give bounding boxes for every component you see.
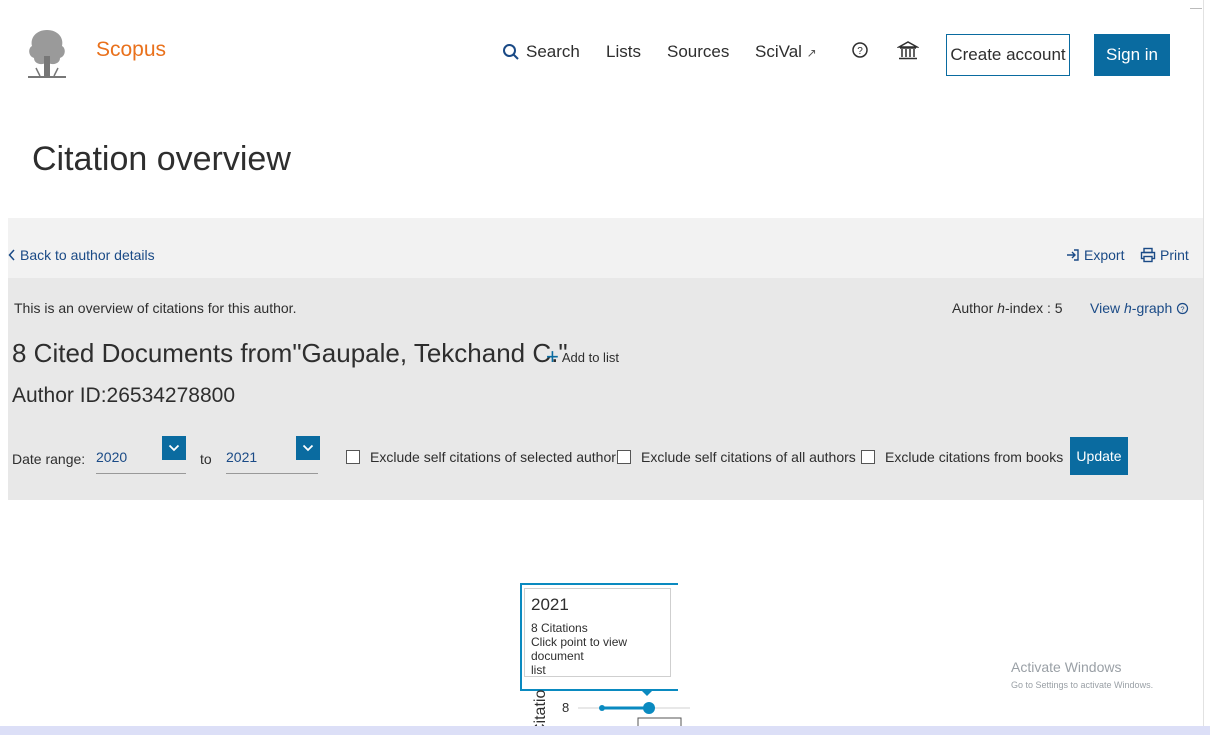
date-to-label: to — [200, 451, 212, 467]
hindex-italic: h — [997, 300, 1005, 316]
nav-search[interactable]: Search — [502, 42, 580, 62]
hgraph-suffix: -graph — [1131, 300, 1173, 316]
header: Scopus Search Lists Sources SciVal ↗ ? C… — [0, 0, 1210, 110]
y-tick-label: 8 — [562, 700, 569, 715]
nav-sources[interactable]: Sources — [667, 42, 729, 62]
hindex-prefix: Author — [952, 300, 998, 316]
help-icon: ? — [1177, 302, 1189, 314]
scopus-brand[interactable]: Scopus — [96, 38, 166, 62]
add-to-list-label: Add to list — [561, 349, 619, 365]
exclude-self-selected-checkbox[interactable]: Exclude self citations of selected autho… — [346, 449, 616, 465]
view-h-graph-link[interactable]: View h-graph ? — [1090, 300, 1189, 316]
plus-icon: + — [546, 344, 559, 369]
svg-text:?: ? — [857, 46, 863, 57]
activate-windows-subtitle: Go to Settings to activate Windows. — [1011, 680, 1154, 690]
help-icon[interactable]: ? — [850, 40, 870, 65]
date-from-select[interactable]: 2020 — [96, 436, 186, 474]
print-button[interactable]: Print — [1140, 247, 1189, 263]
exclude-books-label: Exclude citations from books — [885, 449, 1064, 465]
sign-in-button[interactable]: Sign in — [1094, 34, 1170, 76]
toolbar-panel — [8, 218, 1203, 278]
nav-lists[interactable]: Lists — [606, 42, 641, 62]
back-to-author-link[interactable]: Back to author details — [8, 247, 155, 263]
update-button[interactable]: Update — [1070, 437, 1128, 475]
hgraph-italic: h — [1123, 300, 1132, 316]
checkbox-box[interactable] — [346, 450, 360, 464]
chart-tooltip: 2021 8 Citations Click point to view doc… — [524, 588, 671, 677]
overview-intro: This is an overview of citations for thi… — [14, 300, 297, 316]
tooltip-hint: Click point to view document — [531, 635, 628, 663]
divider — [1190, 8, 1202, 9]
institution-icon[interactable] — [896, 40, 920, 67]
back-link-label: Back to author details — [20, 247, 155, 263]
taskbar-strip — [0, 726, 1210, 735]
export-icon — [1067, 249, 1079, 261]
exclude-self-all-checkbox[interactable]: Exclude self citations of all authors — [617, 449, 856, 465]
cited-documents-title: 8 Cited Documents from"Gaupale, Tekchand… — [12, 338, 568, 368]
exclude-self-selected-label: Exclude self citations of selected autho… — [370, 449, 616, 465]
tooltip-citations: 8 Citations — [531, 621, 588, 635]
author-h-index: Author h-index : 5 — [952, 300, 1063, 316]
exclude-self-all-label: Exclude self citations of all authors — [641, 449, 856, 465]
date-to-select[interactable]: 2021 — [226, 436, 320, 474]
export-label: Export — [1084, 247, 1125, 263]
create-account-button[interactable]: Create account — [946, 34, 1070, 76]
elsevier-logo-icon[interactable] — [22, 22, 72, 82]
nav-scival[interactable]: SciVal ↗ — [755, 42, 817, 62]
tooltip-hint-continued: list — [531, 663, 546, 677]
add-to-list-button[interactable]: + Add to list — [546, 344, 619, 369]
chevron-left-icon — [8, 249, 15, 261]
date-to-value: 2021 — [226, 449, 258, 465]
external-link-icon: ↗ — [806, 46, 817, 60]
data-point[interactable] — [643, 702, 655, 714]
nav-scival-label: SciVal — [755, 42, 802, 61]
date-from-value: 2020 — [96, 449, 128, 465]
page-title: Citation overview — [32, 140, 291, 178]
scrollbar[interactable] — [1203, 0, 1210, 735]
nav-search-label: Search — [526, 42, 580, 61]
checkbox-box[interactable] — [617, 450, 631, 464]
date-range-label: Date range: — [12, 451, 86, 467]
checkbox-box[interactable] — [861, 450, 875, 464]
search-icon — [503, 44, 519, 60]
chevron-down-icon[interactable] — [296, 436, 320, 460]
hgraph-label: View h-graph — [1090, 300, 1172, 316]
author-id: Author ID:26534278800 — [12, 384, 236, 407]
export-button[interactable]: Export — [1066, 247, 1124, 263]
print-label: Print — [1160, 247, 1189, 263]
tooltip-year: 2021 — [531, 595, 569, 614]
printer-icon — [1140, 247, 1156, 263]
chevron-down-icon[interactable] — [162, 436, 186, 460]
data-point[interactable] — [599, 705, 605, 711]
exclude-books-checkbox[interactable]: Exclude citations from books — [861, 449, 1063, 465]
hindex-suffix: -index : 5 — [1004, 300, 1063, 316]
activate-windows-title: Activate Windows — [1011, 659, 1122, 675]
hgraph-prefix: View — [1090, 300, 1124, 316]
svg-text:?: ? — [1181, 304, 1185, 313]
